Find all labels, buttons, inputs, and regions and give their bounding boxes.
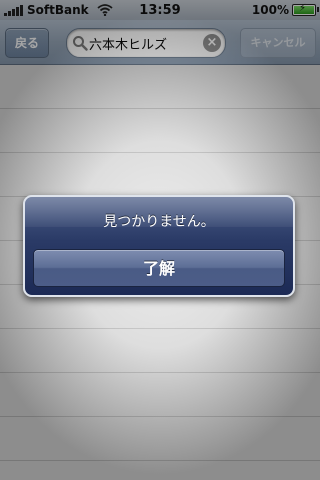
battery-icon: ⚡: [292, 3, 319, 16]
search-icon: [73, 36, 88, 51]
cancel-button[interactable]: キャンセル: [240, 28, 316, 58]
iphone-screen: SoftBank 13:59 100% ⚡ 戻る 六本木ヒルズ × キャンセル …: [0, 0, 320, 480]
search-value: 六本木ヒルズ: [89, 38, 168, 53]
back-button[interactable]: 戻る: [5, 28, 49, 58]
charging-bolt-icon: ⚡: [299, 3, 307, 14]
search-input[interactable]: 六本木ヒルズ ×: [66, 28, 226, 58]
battery-percent: 100%: [251, 3, 289, 17]
clear-icon[interactable]: ×: [203, 34, 221, 52]
status-bar: SoftBank 13:59 100% ⚡: [0, 0, 320, 20]
alert-dialog: 見つかりません。 了解: [23, 195, 295, 297]
search-bar: 戻る 六本木ヒルズ × キャンセル: [0, 20, 320, 65]
ok-button[interactable]: 了解: [33, 249, 285, 287]
alert-message: 見つかりません。: [103, 214, 215, 230]
status-right: 100% ⚡: [251, 3, 319, 17]
